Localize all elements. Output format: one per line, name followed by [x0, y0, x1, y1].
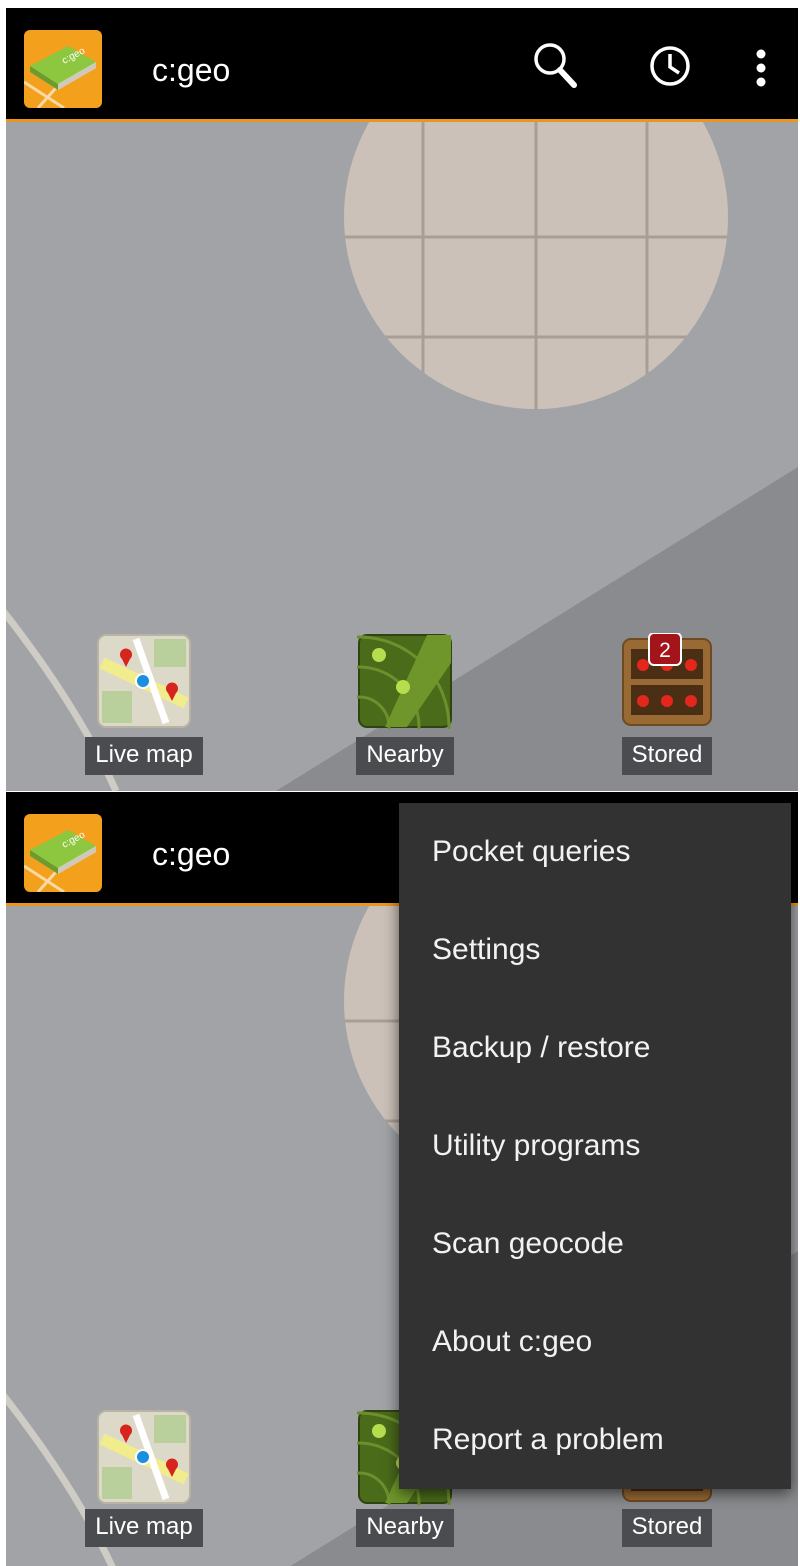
tile-label: Live map: [85, 1509, 203, 1547]
live-map-icon: [97, 634, 191, 728]
tile-label: Stored: [621, 737, 713, 775]
tile-label: Live map: [85, 737, 203, 775]
menu-item-pocket-queries[interactable]: Pocket queries: [399, 803, 791, 901]
overflow-menu-icon[interactable]: [750, 38, 772, 92]
cgeo-app-icon[interactable]: c:geo: [24, 814, 102, 892]
stored-count-badge: 2: [659, 639, 671, 662]
app-title: c:geo: [152, 836, 231, 872]
history-icon[interactable]: [646, 38, 694, 92]
stored-caches-icon: 2: [622, 633, 712, 726]
search-icon[interactable]: [530, 38, 580, 92]
menu-item-about[interactable]: About c:geo: [399, 1293, 791, 1391]
live-map-tile[interactable]: Live map: [84, 1409, 204, 1547]
menu-item-scan-geocode[interactable]: Scan geocode: [399, 1195, 791, 1293]
app-title: c:geo: [152, 52, 231, 88]
menu-item-backup-restore[interactable]: Backup / restore: [399, 999, 791, 1097]
overflow-menu: Pocket queries Settings Backup / restore…: [399, 803, 791, 1489]
action-bar: c:geo c:geo: [6, 8, 798, 122]
nearby-tile[interactable]: Nearby: [345, 633, 465, 775]
cgeo-app-icon[interactable]: c:geo: [24, 30, 102, 108]
stored-tile[interactable]: 2 Stored: [607, 633, 727, 775]
menu-item-settings[interactable]: Settings: [399, 901, 791, 999]
menu-item-report-problem[interactable]: Report a problem: [399, 1391, 791, 1489]
menu-item-utility-programs[interactable]: Utility programs: [399, 1097, 791, 1195]
home-screen-menu-open: c:geo c:geo Live map Nearby Stored Pocke…: [6, 792, 798, 1566]
home-screen: c:geo c:geo Live map Nearby 2 Stored: [6, 8, 798, 791]
tile-label: Stored: [621, 1509, 713, 1547]
live-map-tile[interactable]: Live map: [84, 633, 204, 775]
tile-label: Nearby: [356, 1509, 454, 1547]
nearby-radar-icon: [357, 634, 452, 729]
live-map-icon: [97, 1410, 191, 1504]
tile-label: Nearby: [356, 737, 454, 775]
